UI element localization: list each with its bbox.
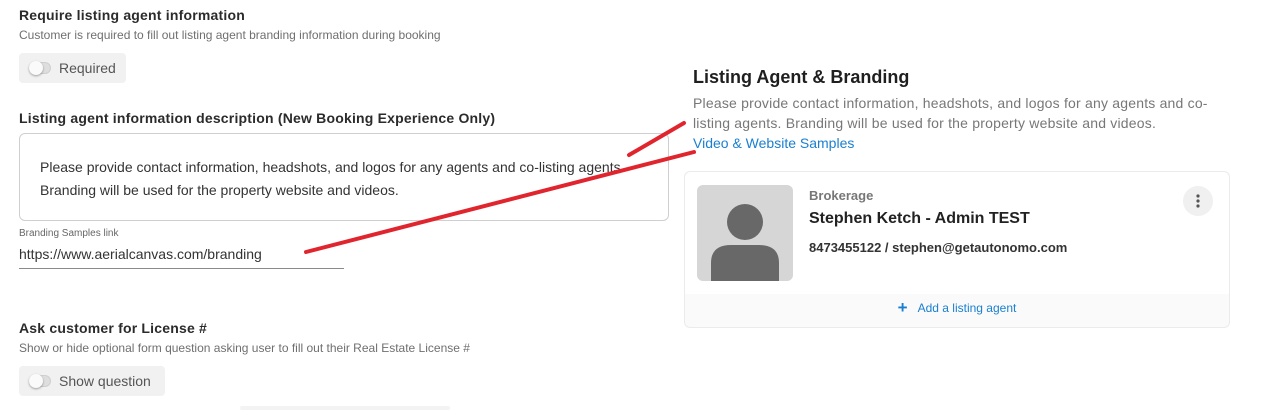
annotation-line-long xyxy=(304,150,696,254)
annotation-line-short xyxy=(627,121,686,157)
annotation-overlay xyxy=(304,121,696,254)
